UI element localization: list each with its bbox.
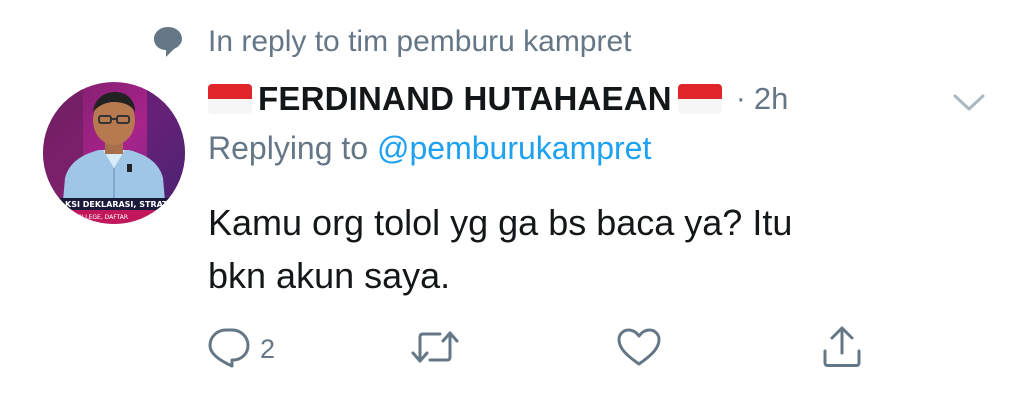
tweet-actions: 2: [0, 326, 1024, 372]
replying-prefix: Replying to: [208, 130, 377, 166]
timestamp[interactable]: 2h: [754, 81, 788, 117]
reply-button[interactable]: 2: [206, 326, 275, 372]
reply-context: In reply to tim pemburu kampret: [152, 22, 632, 62]
reply-count: 2: [260, 333, 276, 364]
tweet-header: FERDINAND HUTAHAEAN · 2h: [208, 76, 994, 122]
retweet-icon: [410, 327, 460, 372]
indonesia-flag-icon: [677, 84, 722, 114]
reply-icon: [206, 326, 252, 373]
tweet-text-line: Kamu org tolol yg ga bs baca ya? Itu: [208, 202, 793, 243]
indonesia-flag-icon: [208, 84, 252, 114]
like-button[interactable]: [616, 326, 662, 372]
chevron-down-icon[interactable]: [950, 90, 988, 114]
tweet-text: Kamu org tolol yg ga bs baca ya? Itu bkn…: [208, 196, 928, 302]
replying-to: Replying to @pemburukampret: [208, 130, 651, 167]
display-name[interactable]: FERDINAND HUTAHAEAN: [258, 80, 672, 118]
retweet-button[interactable]: [410, 326, 460, 372]
share-icon: [820, 325, 864, 374]
reply-context-text[interactable]: In reply to tim pemburu kampret: [208, 25, 632, 59]
avatar-caption-2: COLLEGE, DAFTAR: [73, 214, 128, 221]
avatar-caption-1: KSI DEKLARASI, STRAT: [65, 200, 168, 209]
share-button[interactable]: [820, 326, 864, 372]
avatar[interactable]: KSI DEKLARASI, STRAT COLLEGE, DAFTAR: [43, 82, 185, 224]
separator-dot: ·: [735, 82, 746, 115]
replying-handle-link[interactable]: @pemburukampret: [377, 130, 651, 166]
speech-bubble-icon: [152, 22, 186, 62]
like-icon: [616, 327, 662, 372]
tweet-text-line: bkn akun saya.: [208, 255, 451, 296]
